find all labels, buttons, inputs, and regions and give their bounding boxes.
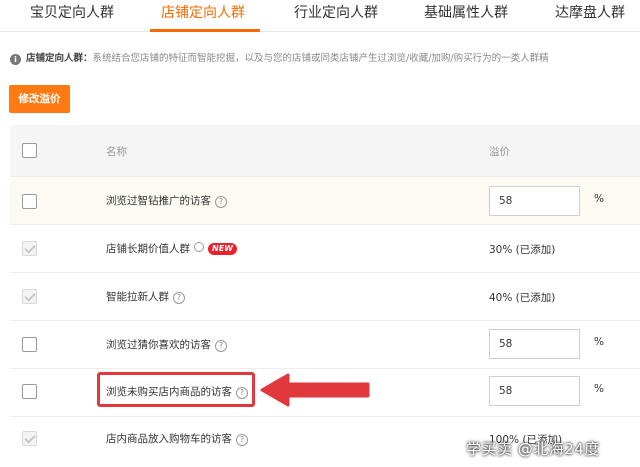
help-icon[interactable]: ? (215, 340, 227, 352)
tab-basic-attribute-audience[interactable]: 基础属性人群 (424, 0, 508, 32)
percent-unit: % (594, 193, 604, 205)
edit-premium-button[interactable]: 修改溢价 (9, 85, 70, 113)
row-checkbox[interactable] (22, 337, 37, 352)
row-name-text: 浏览过猜你喜欢的访客 (106, 339, 211, 351)
info-icon: i (10, 54, 21, 65)
row-checkbox (22, 241, 37, 256)
table-header: 名称 溢价 (10, 125, 640, 177)
table-row: 店铺长期价值人群 NEW 30% (已添加) (10, 225, 640, 273)
help-icon[interactable]: ? (215, 196, 227, 208)
row-name-text: 智能拉新人群 (106, 291, 169, 303)
active-tab-indicator (150, 29, 260, 32)
premium-input[interactable]: 58 (489, 186, 580, 216)
column-header-name: 名称 (106, 146, 127, 158)
row-name: 浏览过智钻推广的访客? (106, 193, 227, 208)
column-header-price: 溢价 (489, 146, 510, 158)
watermark-text: 学买卖 @北海24度 (466, 440, 600, 458)
premium-added-text: 40% (已添加) (489, 292, 556, 304)
highlight-box (97, 372, 255, 407)
help-icon[interactable]: ? (236, 434, 248, 446)
row-name: 智能拉新人群? (106, 289, 185, 304)
row-name-text: 店铺长期价值人群 (106, 243, 190, 255)
pointer-arrow-icon (260, 373, 370, 407)
tab-damo-audience[interactable]: 达摩盘人群 (555, 0, 625, 32)
tab-industry-audience[interactable]: 行业定向人群 (294, 0, 378, 32)
row-name-text: 店内商品放入购物车的访客 (106, 433, 232, 445)
table-row: 浏览过智钻推广的访客? 58 % (10, 177, 640, 225)
row-name: 店内商品放入购物车的访客? (106, 431, 248, 446)
row-name: 店铺长期价值人群 NEW (106, 241, 237, 256)
info-description: i 店铺定向人群：系统结合您店铺的特征而智能挖掘，以及与您的店铺或同类店铺产生过浏… (10, 50, 640, 65)
row-checkbox (22, 431, 37, 446)
new-badge: NEW (208, 243, 237, 255)
premium-added-text: 30% (已添加) (489, 244, 556, 256)
tab-item-audience[interactable]: 宝贝定向人群 (30, 0, 114, 32)
row-checkbox[interactable] (22, 384, 37, 399)
premium-input[interactable]: 58 (489, 376, 580, 406)
tab-store-audience[interactable]: 店铺定向人群 (161, 0, 245, 32)
info-title: 店铺定向人群： (26, 53, 93, 64)
help-icon[interactable]: ? (173, 292, 185, 304)
premium-input[interactable]: 58 (489, 329, 580, 359)
row-checkbox[interactable] (22, 194, 37, 209)
info-text: 系统结合您店铺的特征而智能挖掘，以及与您的店铺或同类店铺产生过浏览/收藏/加购/… (92, 53, 549, 64)
row-name: 浏览过猜你喜欢的访客? (106, 337, 227, 352)
row-checkbox (22, 289, 37, 304)
table-row: 智能拉新人群? 40% (已添加) (10, 273, 640, 321)
percent-unit: % (594, 383, 604, 395)
tab-bar: 宝贝定向人群 店铺定向人群 行业定向人群 基础属性人群 达摩盘人群 (0, 0, 640, 32)
table-row: 浏览过猜你喜欢的访客? 58 % (10, 321, 640, 369)
percent-unit: % (594, 336, 604, 348)
circle-info-icon[interactable] (194, 242, 204, 252)
row-name-text: 浏览过智钻推广的访客 (106, 195, 211, 207)
select-all-checkbox[interactable] (22, 143, 37, 158)
